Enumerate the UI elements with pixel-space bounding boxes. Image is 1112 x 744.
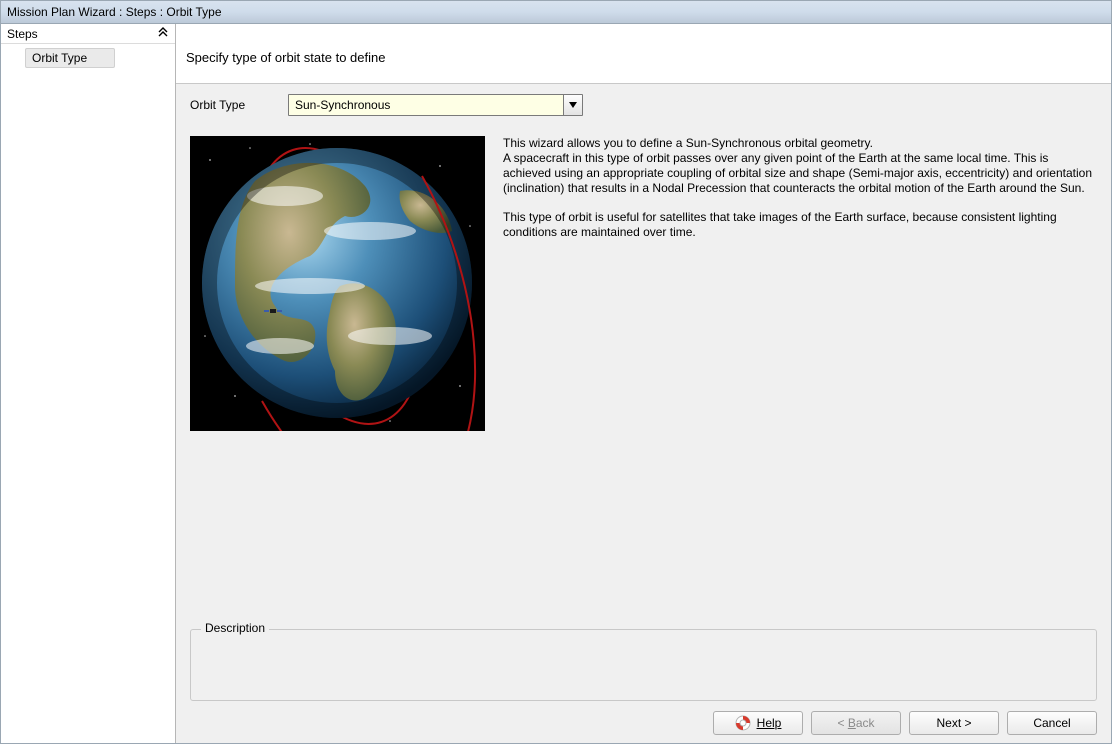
- steps-list: Orbit Type: [1, 44, 175, 72]
- cancel-button-label: Cancel: [1033, 716, 1070, 730]
- next-button[interactable]: Next >: [909, 711, 999, 735]
- earth-globe-icon: [190, 136, 485, 431]
- chevron-up-double-icon[interactable]: [157, 26, 169, 41]
- cancel-button[interactable]: Cancel: [1007, 711, 1097, 735]
- back-button: < Back: [811, 711, 901, 735]
- steps-header-label: Steps: [7, 27, 38, 41]
- help-button-label: Help: [757, 716, 782, 730]
- orbit-type-value: Sun-Synchronous: [289, 98, 563, 112]
- description-heading: Description: [201, 621, 269, 635]
- orbit-type-label: Orbit Type: [190, 98, 288, 112]
- lifebuoy-icon: [735, 715, 751, 731]
- titlebar: Mission Plan Wizard : Steps : Orbit Type: [1, 1, 1111, 24]
- info-paragraph-1: This wizard allows you to define a Sun-S…: [503, 136, 1097, 196]
- steps-sidebar: Steps Orbit Type: [1, 24, 176, 743]
- description-groupbox: Description: [190, 629, 1097, 701]
- window-title: Mission Plan Wizard : Steps : Orbit Type: [7, 5, 222, 19]
- wizard-window: Mission Plan Wizard : Steps : Orbit Type…: [0, 0, 1112, 744]
- main-panel: Specify type of orbit state to define Or…: [176, 24, 1111, 743]
- content-area: Orbit Type Sun-Synchronous: [176, 83, 1111, 743]
- chevron-down-icon[interactable]: [563, 95, 582, 115]
- steps-header[interactable]: Steps: [1, 24, 175, 44]
- wizard-footer: Help < Back Next > Cancel: [190, 711, 1097, 735]
- help-button[interactable]: Help: [713, 711, 803, 735]
- back-button-label: < Back: [837, 716, 874, 730]
- info-paragraph-2: This type of orbit is useful for satelli…: [503, 210, 1097, 240]
- orbit-type-row: Orbit Type Sun-Synchronous: [190, 94, 1097, 116]
- window-body: Steps Orbit Type Specify type of orbit s…: [1, 24, 1111, 743]
- page-instruction: Specify type of orbit state to define: [176, 24, 1111, 83]
- orbit-type-select[interactable]: Sun-Synchronous: [288, 94, 583, 116]
- step-item-label: Orbit Type: [32, 51, 87, 65]
- next-button-label: Next >: [936, 716, 971, 730]
- spacer: [190, 431, 1097, 623]
- orbit-info-text: This wizard allows you to define a Sun-S…: [503, 136, 1097, 240]
- media-row: This wizard allows you to define a Sun-S…: [190, 136, 1097, 431]
- step-item-orbit-type[interactable]: Orbit Type: [25, 48, 115, 68]
